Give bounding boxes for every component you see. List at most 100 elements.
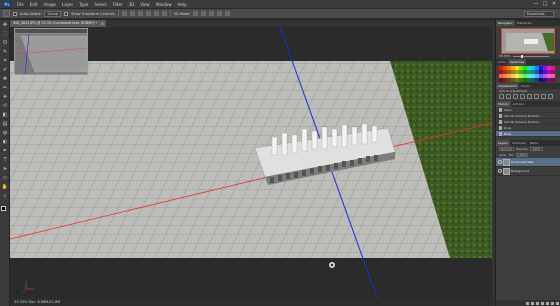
3d-rotate-icon[interactable]	[193, 11, 199, 16]
history-brush-icon[interactable]: ↺	[1, 102, 9, 110]
blur-icon[interactable]: ◍	[1, 129, 9, 137]
navigator-thumbnail[interactable]	[501, 28, 555, 54]
options-separator	[169, 10, 171, 17]
brush-icon[interactable]: ✏	[1, 84, 9, 92]
menu-layer[interactable]: Layer	[59, 0, 76, 9]
black-white-icon[interactable]	[548, 94, 553, 99]
move-icon[interactable]: ✥	[1, 21, 9, 29]
menu-3d[interactable]: 3D	[126, 0, 138, 9]
eyedropper-icon[interactable]: ✐	[1, 66, 9, 74]
menu-window[interactable]: Window	[153, 0, 175, 9]
options-separator	[117, 10, 119, 17]
3d-pan-icon[interactable]	[209, 11, 215, 16]
3d-roll-icon[interactable]	[201, 11, 207, 16]
auto-select-dropdown[interactable]: Group	[44, 10, 62, 17]
pen-icon[interactable]: ✒	[1, 147, 9, 155]
history-step-icon	[499, 120, 502, 124]
align-center-icon[interactable]	[153, 11, 159, 16]
swatch-grid[interactable]	[499, 66, 557, 82]
document-tab[interactable]: IMG_5632.JPG @ 33.3% (Contoured text, RG…	[10, 20, 106, 27]
zoom-icon[interactable]: ⌕	[1, 192, 9, 200]
options-bar: Auto-Select: Group Show Transform Contro…	[0, 9, 560, 19]
layer-mask-icon[interactable]	[536, 301, 539, 305]
path-select-icon[interactable]: ➤	[1, 165, 9, 173]
3d-secondary-view[interactable]	[14, 28, 88, 75]
toolbox: ✥ ⬚ ʘ ✎ ⌗ ✐ ✚ ✏ ⎈ ↺ ◧ ▤ ◍ ◐ ✒ T ➤ ▭ ✋ ⌕	[0, 20, 10, 306]
tab-navigator[interactable]: Navigator	[496, 20, 515, 26]
hue-saturation-icon[interactable]	[534, 94, 539, 99]
menu-edit[interactable]: Edit	[27, 0, 41, 9]
visibility-eye-icon[interactable]	[498, 160, 502, 164]
menu-view[interactable]: View	[137, 0, 153, 9]
curves-icon[interactable]	[513, 94, 518, 99]
new-group-icon[interactable]	[546, 301, 549, 305]
panel-dock: Navigator Histogram 33.33% Color Swatche…	[495, 20, 560, 306]
gradient-icon[interactable]: ▤	[1, 120, 9, 128]
marquee-icon[interactable]: ⬚	[1, 30, 9, 38]
photoshop-logo: Ps	[2, 0, 12, 8]
tab-layers[interactable]: Layers	[496, 140, 510, 146]
history-item-selected[interactable]: Drop	[496, 131, 560, 137]
hand-icon[interactable]: ✋	[1, 183, 9, 191]
tab-channels[interactable]: Channels	[510, 140, 528, 146]
delete-layer-icon[interactable]	[556, 301, 559, 305]
layer-row[interactable]: Background	[496, 167, 560, 176]
visibility-eye-icon[interactable]	[498, 169, 502, 173]
type-icon[interactable]: T	[1, 156, 9, 164]
opacity-input[interactable]: 100%	[530, 147, 543, 151]
history-step-icon	[499, 114, 502, 118]
new-adjustment-icon[interactable]	[541, 301, 544, 305]
menu-filter[interactable]: Filter	[110, 0, 126, 9]
workspace-dropdown[interactable]: Essentials	[524, 11, 554, 17]
align-right-icon[interactable]	[161, 11, 167, 16]
auto-select-label: Auto-Select:	[20, 11, 42, 16]
align-bottom-icon[interactable]	[137, 11, 143, 16]
menu-select[interactable]: Select	[91, 0, 109, 9]
crop-icon[interactable]: ⌗	[1, 57, 9, 65]
align-top-icon[interactable]	[121, 11, 127, 16]
eraser-icon[interactable]: ◧	[1, 111, 9, 119]
minimize-button[interactable]: —	[532, 1, 540, 8]
3d-slide-icon[interactable]	[217, 11, 223, 16]
foreground-color-swatch[interactable]	[1, 206, 6, 211]
close-window-button[interactable]: ✕	[550, 1, 558, 8]
tab-paths[interactable]: Paths	[528, 140, 540, 146]
link-layers-icon[interactable]	[526, 301, 529, 305]
align-left-icon[interactable]	[145, 11, 151, 16]
close-tab-icon[interactable]: ×	[101, 20, 104, 27]
zoom-slider-handle[interactable]	[521, 55, 524, 58]
menu-image[interactable]: Image	[40, 0, 59, 9]
fill-input[interactable]: 100%	[515, 153, 529, 157]
quick-select-icon[interactable]: ✎	[1, 48, 9, 56]
tab-histogram[interactable]: Histogram	[515, 20, 535, 26]
healing-icon[interactable]: ✚	[1, 75, 9, 83]
3d-scale-icon[interactable]	[225, 11, 231, 16]
layer-style-icon[interactable]	[531, 301, 534, 305]
menu-file[interactable]: File	[14, 0, 27, 9]
menu-type[interactable]: Type	[76, 0, 91, 9]
blend-mode-dropdown[interactable]: Normal	[499, 147, 514, 151]
color-swatch[interactable]	[551, 78, 555, 82]
menu-help[interactable]: Help	[174, 0, 189, 9]
shape-icon[interactable]: ▭	[1, 174, 9, 182]
new-layer-icon[interactable]	[551, 301, 554, 305]
brightness-icon[interactable]	[499, 94, 504, 99]
auto-select-checkbox[interactable]	[13, 11, 17, 16]
move-tool-preset-icon[interactable]	[3, 10, 10, 17]
zoom-slider[interactable]	[513, 55, 550, 58]
dodge-icon[interactable]: ◐	[1, 138, 9, 146]
levels-icon[interactable]	[506, 94, 511, 99]
lasso-icon[interactable]: ʘ	[1, 39, 9, 47]
tab-swatches[interactable]: Swatches	[507, 59, 527, 65]
maximize-button[interactable]: □	[541, 1, 549, 8]
transform-controls-checkbox[interactable]	[64, 11, 69, 16]
vibrance-icon[interactable]	[527, 94, 532, 99]
layer-row-selected[interactable]: Contoured text	[496, 158, 560, 167]
align-middle-icon[interactable]	[129, 11, 135, 16]
color-balance-icon[interactable]	[541, 94, 546, 99]
history-item-label: Set 3D Camera Position	[504, 114, 540, 118]
history-step-icon	[499, 132, 502, 136]
exposure-icon[interactable]	[520, 94, 525, 99]
tab-color[interactable]: Color	[496, 59, 508, 65]
clone-stamp-icon[interactable]: ⎈	[1, 93, 9, 101]
